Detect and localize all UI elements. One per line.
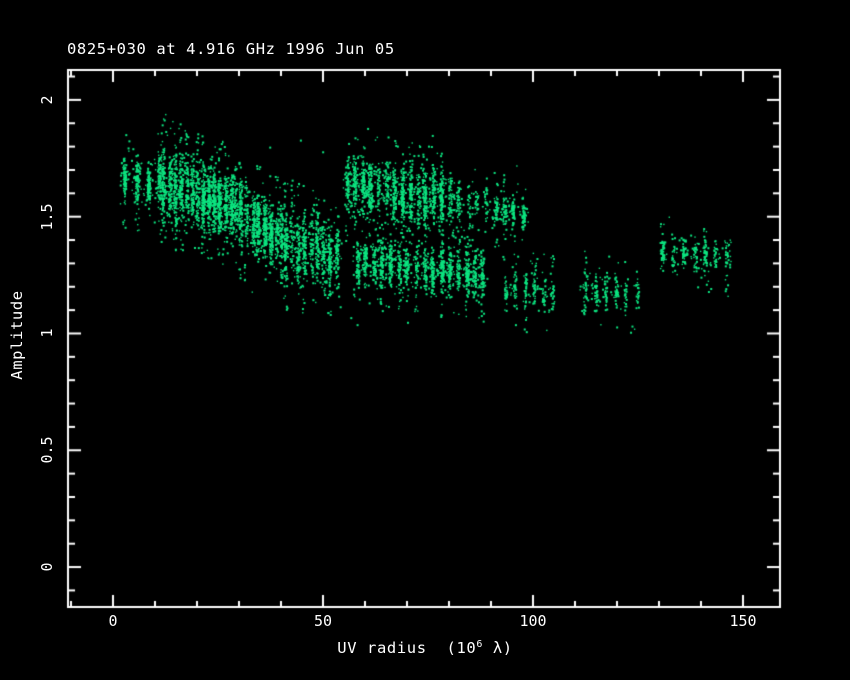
y-axis-label: Amplitude	[8, 290, 26, 379]
x-axis-label: UV radius (106 λ)	[0, 639, 850, 657]
y-tick-label: 0.5	[38, 437, 56, 464]
x-axis-label-exponent: 6	[476, 639, 483, 650]
x-axis-label-prefix: UV radius (10	[337, 639, 476, 657]
x-tick-label: 0	[108, 612, 117, 630]
x-axis-label-suffix: λ)	[483, 639, 513, 657]
y-tick-label: 1.5	[38, 203, 56, 230]
y-tick-label: 0	[38, 563, 56, 572]
x-tick-label: 150	[729, 612, 756, 630]
x-tick-label: 100	[519, 612, 546, 630]
x-tick-label: 50	[314, 612, 332, 630]
uv-scatter-canvas	[0, 0, 850, 680]
plot-title: 0825+030 at 4.916 GHz 1996 Jun 05	[67, 40, 395, 58]
y-tick-label: 2	[38, 95, 56, 104]
y-tick-label: 1	[38, 329, 56, 338]
uv-amplitude-plot-window: 0825+030 at 4.916 GHz 1996 Jun 05 Amplit…	[0, 0, 850, 680]
